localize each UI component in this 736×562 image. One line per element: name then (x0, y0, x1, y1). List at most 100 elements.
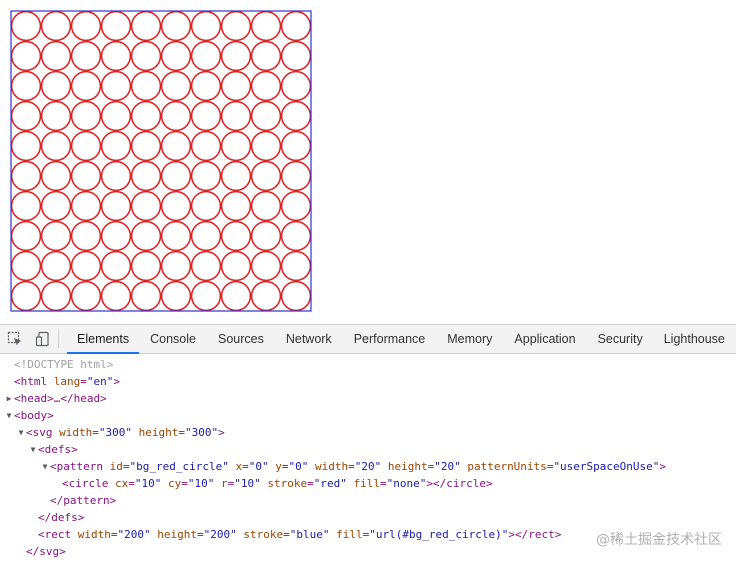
dom-token: < (38, 443, 45, 456)
dom-token: circle (446, 477, 486, 490)
dom-token: "en" (86, 375, 114, 388)
dom-token: < (14, 392, 21, 405)
expand-arrow-icon[interactable]: ▼ (16, 424, 26, 441)
dom-tree-line[interactable]: <circle cx="10" cy="10" r="10" stroke="r… (0, 475, 736, 492)
expand-arrow-icon[interactable]: ▼ (4, 407, 14, 424)
dom-token: > (113, 375, 120, 388)
dom-token: rect (44, 528, 72, 541)
dom-token: = (128, 477, 135, 490)
dom-token: > (486, 477, 493, 490)
dom-tree-line[interactable]: ▼ <svg width="300" height="300"> (0, 424, 736, 441)
dom-token: < (50, 460, 57, 473)
dom-token (47, 375, 54, 388)
dom-token: stroke (267, 477, 308, 490)
tab-sources[interactable]: Sources (207, 325, 275, 353)
dom-token: html (20, 375, 48, 388)
dom-token: "userSpaceOnUse" (553, 460, 660, 473)
dom-token: "200" (203, 528, 237, 541)
dom-token: "10" (234, 477, 261, 490)
dom-token: > (47, 409, 54, 422)
dom-token: patternUnits (467, 460, 547, 473)
dom-tree-line[interactable]: ▼ <body> (0, 407, 736, 424)
dom-token: < (38, 528, 45, 541)
dom-token: fill (353, 477, 381, 490)
tab-performance[interactable]: Performance (343, 325, 437, 353)
dom-token (103, 460, 110, 473)
dom-token: fill (336, 528, 363, 541)
dom-token: = (80, 375, 87, 388)
device-toolbar-icon[interactable] (34, 330, 52, 348)
dom-token: < (62, 477, 69, 490)
dom-token: </ (26, 545, 40, 558)
dom-token: svg (32, 426, 53, 439)
dom-token: head (73, 392, 101, 405)
dom-token (308, 460, 315, 473)
dom-token: "none" (386, 477, 427, 490)
dom-token: = (348, 460, 355, 473)
dom-token: ></ (508, 528, 529, 541)
dom-token: rect (528, 528, 555, 541)
dom-token: width (59, 426, 93, 439)
devtools-toolbar-icons (0, 325, 58, 353)
tab-application[interactable]: Application (503, 325, 586, 353)
dom-token (381, 460, 388, 473)
dom-token: "0" (248, 460, 269, 473)
dom-token: > (71, 443, 78, 456)
dom-token (108, 477, 115, 490)
dom-token: > (109, 494, 117, 507)
dom-token: = (283, 528, 290, 541)
dom-tree-line[interactable]: </svg> (0, 543, 736, 560)
dom-token: = (110, 528, 118, 541)
dom-token: "20" (434, 460, 461, 473)
inspect-element-icon[interactable] (6, 330, 24, 348)
devtools-tabbar: Elements Console Sources Network Performance… (0, 325, 736, 354)
expand-arrow-icon[interactable]: ▼ (28, 441, 38, 458)
dom-token: < (26, 426, 33, 439)
tab-console[interactable]: Console (139, 325, 207, 353)
dom-tree-line[interactable]: </pattern> (0, 492, 736, 509)
dom-token: "blue" (289, 528, 330, 541)
dom-token (347, 477, 354, 490)
dom-token: </ (50, 494, 64, 507)
dom-tree-line[interactable]: ▼ <pattern id="bg_red_circle" x="0" y="0"… (0, 458, 736, 475)
dom-token: "red" (313, 477, 347, 490)
dom-token: pattern (56, 460, 103, 473)
tab-security[interactable]: Security (587, 325, 654, 353)
tab-lighthouse[interactable]: Lighthouse (654, 325, 735, 353)
dom-token: > (59, 545, 66, 558)
screenshot-page: Elements Console Sources Network Performance… (0, 0, 736, 562)
dom-tree-line[interactable]: </defs> (0, 509, 736, 526)
dom-tree-line[interactable]: ▼ <defs> (0, 441, 736, 458)
dom-token: < (14, 409, 21, 422)
dom-token: = (242, 460, 249, 473)
collapse-arrow-icon[interactable]: ▶ (4, 390, 14, 407)
dom-tree-line[interactable]: ▶ <head>…</head> (0, 390, 736, 407)
dom-token (161, 477, 168, 490)
dom-token: "url(#bg_red_circle)" (369, 528, 509, 541)
tab-network[interactable]: Network (275, 325, 343, 353)
dom-token: cy (168, 477, 182, 490)
expand-arrow-icon[interactable]: ▼ (40, 458, 50, 475)
dom-token: body (20, 409, 48, 422)
dom-tree-line[interactable]: <rect width="200" height="200" stroke="b… (0, 526, 736, 543)
dom-token: height (387, 460, 428, 473)
dom-token: < (14, 375, 21, 388)
dom-tree-line[interactable]: <!DOCTYPE html> (0, 356, 736, 373)
dom-token: "300" (98, 426, 132, 439)
dom-token: stroke (243, 528, 284, 541)
dom-tree-line[interactable]: <html lang="en"> (0, 373, 736, 390)
dom-token: > (554, 528, 562, 541)
tab-memory[interactable]: Memory (436, 325, 503, 353)
dom-token: = (178, 426, 185, 439)
dom-token (71, 528, 78, 541)
dom-token: = (197, 528, 204, 541)
dom-token: head (20, 392, 48, 405)
dom-token: "300" (185, 426, 219, 439)
dom-token: y (275, 460, 282, 473)
dom-token: svg (39, 545, 60, 558)
tab-elements[interactable]: Elements (67, 325, 140, 354)
dom-token: "0" (288, 460, 309, 473)
dom-token (214, 477, 221, 490)
dom-token: width (314, 460, 349, 473)
pattern-svg (10, 10, 312, 312)
